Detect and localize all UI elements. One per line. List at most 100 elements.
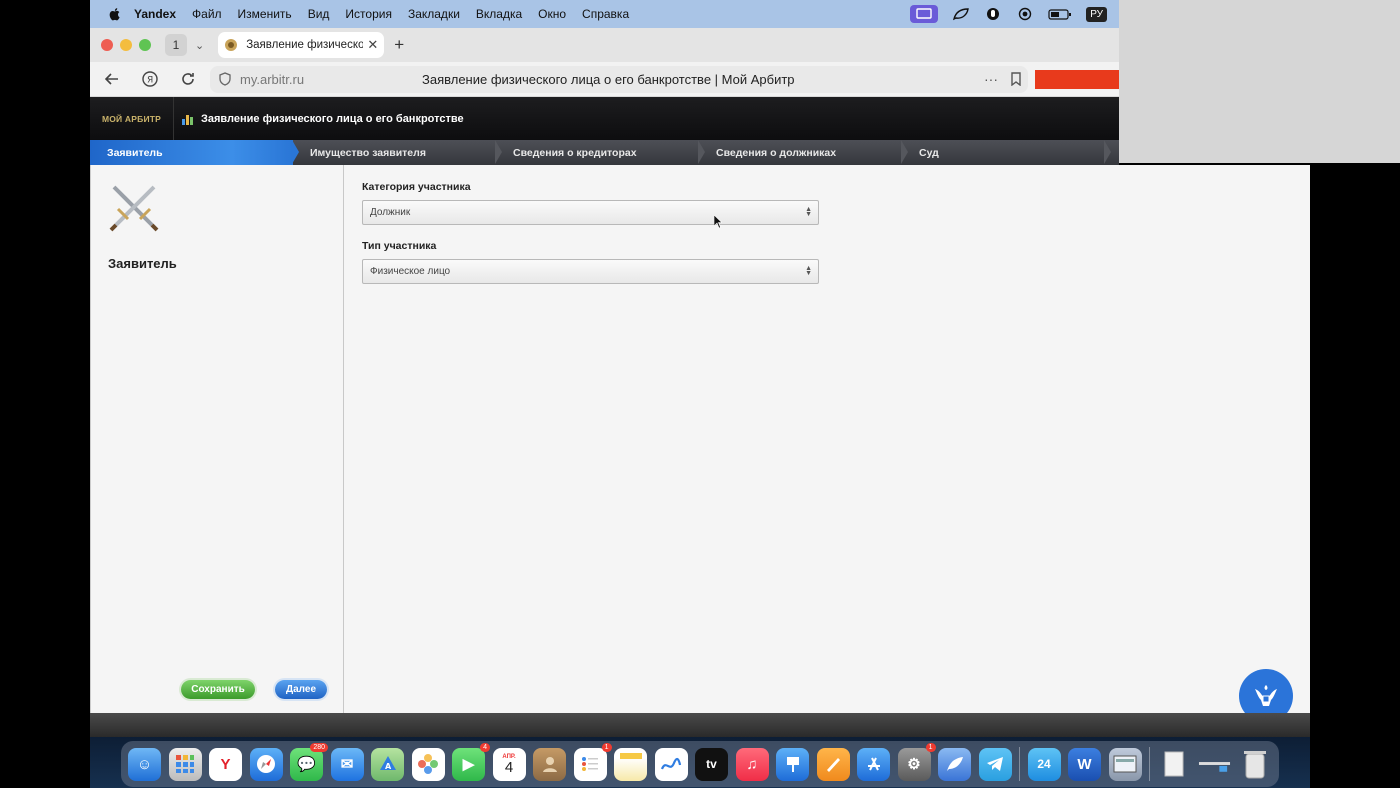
chevron-down-icon[interactable]: ⌄ xyxy=(195,39,204,52)
menu-edit[interactable]: Изменить xyxy=(238,7,292,21)
mail-icon[interactable]: ✉ xyxy=(330,747,364,781)
step-arrow xyxy=(698,140,705,164)
close-window-button[interactable] xyxy=(101,39,113,51)
step-label: Сведения о должниках xyxy=(716,146,837,159)
site-security-icon[interactable] xyxy=(218,72,232,86)
step-debtors[interactable]: Сведения о должниках xyxy=(699,140,908,165)
menu-help[interactable]: Справка xyxy=(582,7,629,21)
downloads-stack-icon[interactable] xyxy=(1198,748,1231,781)
step-label: Заявитель xyxy=(107,146,163,159)
tab-title: Заявление физическог xyxy=(246,39,364,51)
site-header: МОЙ АРБИТР Заявление физического лица о … xyxy=(90,97,1119,140)
close-tab-icon[interactable]: ✕ xyxy=(367,37,378,53)
finder-icon[interactable]: ☺ xyxy=(128,747,161,781)
type-select[interactable]: Физическое лицо ▲ ▼ xyxy=(362,259,819,284)
next-button[interactable]: Далее xyxy=(275,680,327,699)
notes-icon[interactable] xyxy=(614,747,647,781)
launchpad-icon[interactable] xyxy=(168,747,202,781)
step-creditors[interactable]: Сведения о кредиторах xyxy=(496,140,705,165)
menu-app-yandex[interactable]: Yandex xyxy=(134,7,176,21)
screen-share-icon[interactable] xyxy=(910,5,939,23)
category-label: Категория участника xyxy=(362,181,471,193)
battery-icon[interactable] xyxy=(1048,7,1072,21)
keynote-icon[interactable] xyxy=(776,747,809,781)
word-icon[interactable]: W xyxy=(1068,747,1101,781)
dock-separator xyxy=(1019,747,1020,781)
calendar24-icon[interactable]: 24 xyxy=(1027,747,1061,781)
feather-app-icon[interactable] xyxy=(938,747,971,781)
photos-icon[interactable] xyxy=(411,747,445,781)
facetime-icon[interactable]: ▶ 4 xyxy=(452,742,490,781)
mouse-pointer-icon xyxy=(714,215,722,228)
browser-tabbar: 1 ⌄ Заявление физическог ✕ + xyxy=(90,28,1119,62)
crossed-swords-icon xyxy=(109,185,159,232)
input-language-badge[interactable]: РУ xyxy=(1086,6,1107,22)
apple-icon[interactable] xyxy=(108,7,122,21)
record-icon[interactable] xyxy=(1016,7,1034,21)
left-panel: Заявитель Сохранить Далее xyxy=(91,165,344,713)
safari-icon[interactable] xyxy=(249,747,283,781)
step-applicant-property[interactable]: Имущество заявителя xyxy=(293,140,502,165)
document-stack-icon[interactable] xyxy=(1158,748,1191,781)
maps-icon[interactable]: A xyxy=(371,747,404,781)
trash-icon[interactable] xyxy=(1239,748,1272,781)
bookmark-icon[interactable] xyxy=(1010,72,1022,86)
menu-bookmarks[interactable]: Закладки xyxy=(408,7,460,21)
calendar24-label: 24 xyxy=(1037,757,1051,771)
svg-text:Я: Я xyxy=(147,76,153,86)
my-arbitr-logo[interactable]: МОЙ АРБИТР xyxy=(90,97,174,140)
menu-view[interactable]: Вид xyxy=(308,7,330,21)
system-settings-icon[interactable]: ⚙ 1 xyxy=(897,742,936,781)
browser-tab[interactable]: Заявление физическог ✕ xyxy=(218,32,385,58)
yandex-browser-icon[interactable]: Y xyxy=(209,747,242,781)
music-icon[interactable]: ♫ xyxy=(735,747,769,781)
contacts-icon[interactable] xyxy=(533,747,566,781)
preview-window-icon[interactable] xyxy=(1108,747,1142,781)
tv-label: tv xyxy=(706,757,717,771)
reminders-badge: 1 xyxy=(601,742,612,752)
yandex-shield-icon[interactable]: Я xyxy=(142,71,158,87)
menu-file[interactable]: Файл xyxy=(192,7,222,21)
address-bar: Я my.arbitr.ru Заявление физического лиц… xyxy=(90,62,1119,97)
dock-separator xyxy=(1149,747,1150,781)
messages-icon[interactable]: 💬 280 xyxy=(290,742,328,781)
mic-status-icon[interactable] xyxy=(984,7,1002,21)
category-value: Должник xyxy=(370,207,411,218)
step-arrow xyxy=(901,140,908,164)
calendar-icon[interactable]: АПР. 4 xyxy=(492,747,526,781)
more-options-icon[interactable]: ··· xyxy=(984,71,998,87)
messages-badge: 280 xyxy=(310,742,328,752)
app-store-icon[interactable] xyxy=(857,747,890,781)
step-label: Суд xyxy=(919,146,939,159)
window-bottom-bar xyxy=(90,713,1310,737)
reminders-icon[interactable]: 1 xyxy=(573,742,612,781)
tab-count-button[interactable]: 1 xyxy=(165,34,187,56)
double-headed-eagle-icon xyxy=(1255,685,1277,706)
step-label: Сведения о кредиторах xyxy=(513,146,637,159)
telegram-icon[interactable] xyxy=(978,747,1012,781)
type-label: Тип участника xyxy=(362,240,437,252)
step-applicant[interactable]: Заявитель xyxy=(90,140,299,165)
apple-tv-icon[interactable]: tv xyxy=(695,747,728,781)
pages-icon[interactable] xyxy=(816,747,850,781)
applicant-statement-icon xyxy=(182,114,193,125)
minimize-window-button[interactable] xyxy=(120,39,132,51)
zoom-window-button[interactable] xyxy=(139,39,151,51)
step-court[interactable]: Суд xyxy=(902,140,1111,165)
menu-window[interactable]: Окно xyxy=(538,7,566,21)
new-tab-button[interactable]: + xyxy=(394,35,404,55)
back-arrow-icon[interactable] xyxy=(104,71,120,87)
step-label: Имущество заявителя xyxy=(310,146,426,159)
save-button[interactable]: Сохранить xyxy=(181,680,255,699)
category-select[interactable]: Должник ▲ ▼ xyxy=(362,200,819,225)
calendar-day: 4 xyxy=(504,758,514,776)
freeform-icon[interactable] xyxy=(654,747,688,781)
select-arrows-icon: ▲ ▼ xyxy=(805,206,812,218)
reload-icon[interactable] xyxy=(180,71,196,87)
menu-history[interactable]: История xyxy=(345,7,392,21)
menu-tab[interactable]: Вкладка xyxy=(476,7,522,21)
facetime-badge: 4 xyxy=(480,742,490,752)
right-grey-area xyxy=(1119,0,1400,163)
leaf-icon[interactable] xyxy=(952,7,970,21)
url-field[interactable]: my.arbitr.ru Заявление физического лица … xyxy=(210,65,1028,93)
